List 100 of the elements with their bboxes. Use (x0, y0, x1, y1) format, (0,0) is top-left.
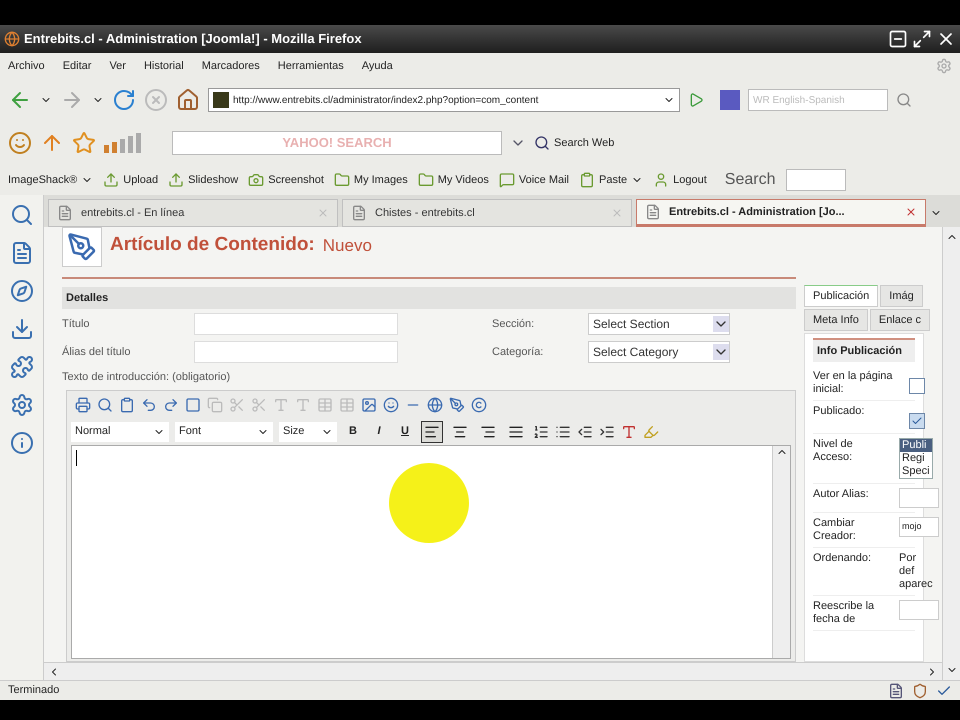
bookmark-link[interactable]: Screenshot (268, 172, 324, 188)
bookmark-link[interactable]: My Videos (438, 172, 489, 188)
input-field[interactable]: mojo (899, 517, 939, 537)
panel-tab[interactable]: Meta Info (804, 309, 868, 331)
page-icon (57, 205, 73, 221)
image-icon[interactable] (361, 396, 377, 412)
smiley-icon[interactable] (383, 396, 399, 412)
bookmark-link[interactable]: Slideshow (188, 172, 238, 188)
indent-icon[interactable] (599, 424, 615, 440)
align-button[interactable] (421, 420, 443, 442)
field-label: Reescribe la fecha de (813, 600, 876, 626)
bookmark-icon[interactable] (334, 172, 350, 188)
check-icon (911, 415, 923, 427)
checkbox[interactable] (909, 378, 925, 394)
search-label: Search (724, 170, 776, 190)
bookmark-icon[interactable] (248, 172, 264, 188)
horizontal-scrollbar[interactable] (44, 662, 942, 680)
print-icon[interactable] (75, 396, 91, 412)
bookmark-link[interactable]: Upload (123, 172, 158, 188)
panel-tab[interactable]: Enlace c (870, 309, 930, 331)
dropdown-icon[interactable] (713, 316, 729, 332)
frame-icon[interactable] (185, 396, 201, 412)
bookmark-icon[interactable] (418, 172, 434, 188)
search-field[interactable] (786, 169, 846, 191)
search-web-button[interactable]: Search Web (534, 134, 614, 152)
bullet-list-icon[interactable] (555, 424, 571, 440)
access-listbox[interactable]: Publi Regi Speci (899, 438, 933, 479)
menu-item[interactable]: Editar (62, 58, 92, 74)
search-icon[interactable] (10, 203, 34, 227)
field-label: Ver en la página inicial: (813, 370, 893, 396)
underline-button[interactable]: U (395, 423, 415, 440)
dropdown-icon[interactable] (713, 344, 729, 360)
size-select[interactable]: Size (279, 422, 337, 442)
bookmark-link[interactable]: Voice Mail (518, 172, 569, 188)
bookmark-link[interactable]: ImageShack® (8, 172, 78, 188)
reload-icon[interactable] (112, 88, 136, 112)
menu-item[interactable]: Herramientas (278, 58, 344, 74)
bookmark-icon[interactable] (579, 172, 595, 188)
vertical-scrollbar[interactable] (772, 446, 790, 658)
checkbox[interactable] (909, 413, 925, 429)
star-icon[interactable] (72, 131, 96, 155)
panel-tab[interactable]: Imág (880, 285, 923, 307)
menu-item[interactable]: Archivo (8, 58, 45, 74)
input-field[interactable] (194, 313, 398, 335)
search-icon[interactable] (896, 92, 912, 108)
outdent-icon[interactable] (577, 424, 593, 440)
page-heading: Artículo de Contenido: (110, 233, 315, 257)
browser-tab[interactable]: entrebits.cl - En línea (48, 199, 338, 227)
input-field[interactable] (194, 341, 398, 363)
browser-tab[interactable]: Chistes - entrebits.cl (342, 199, 632, 227)
panel-heading: Info Publicación (813, 338, 915, 362)
puzzle-icon[interactable] (10, 355, 34, 379)
url-field[interactable]: http://www.entrebits.cl/administrator/index2.php?option=com_content (208, 88, 680, 112)
menu-item[interactable]: Ayuda (362, 58, 393, 74)
info-icon[interactable] (10, 431, 34, 455)
page-scrollbar[interactable] (942, 227, 960, 680)
bookmark-link[interactable]: My Images (354, 172, 408, 188)
go-icon[interactable] (688, 92, 704, 108)
bookmark-link[interactable]: Paste (599, 172, 628, 188)
find-icon[interactable] (97, 396, 113, 412)
listbox-option[interactable]: Speci (900, 465, 932, 478)
bookmark-icon[interactable] (498, 172, 515, 188)
italic-button[interactable]: I (369, 423, 389, 440)
copyright-icon[interactable] (471, 396, 487, 412)
panel-tab[interactable]: Publicación (804, 285, 878, 307)
menu-item[interactable]: Marcadores (202, 58, 260, 74)
maximize-icon[interactable] (912, 29, 932, 49)
numbered-list-icon[interactable] (533, 424, 549, 440)
format-select[interactable]: Normal (71, 422, 169, 442)
select-field[interactable]: Select Category (588, 341, 730, 363)
bookmark-icon[interactable] (653, 172, 670, 188)
download-icon[interactable] (10, 317, 34, 341)
compass-icon[interactable] (10, 279, 34, 303)
gear-icon[interactable] (10, 393, 34, 417)
shield-icon[interactable] (912, 682, 928, 698)
globe-icon[interactable] (427, 396, 443, 412)
bookmark-link[interactable]: Logout (673, 172, 707, 188)
font-select[interactable]: Font (175, 422, 273, 442)
select-field[interactable]: Select Section (588, 313, 730, 335)
bookmark-icon[interactable] (168, 172, 184, 188)
pen-icon[interactable] (449, 396, 465, 412)
undo-icon[interactable] (141, 396, 157, 412)
text-color-icon[interactable] (621, 424, 637, 440)
close-tab-icon[interactable] (905, 206, 917, 218)
url-text: http://www.entrebits.cl/administrator/index2.php?option=com_content (233, 94, 540, 108)
bold-button[interactable]: B (343, 423, 363, 440)
menu-item[interactable]: Historial (144, 58, 184, 74)
paste-icon[interactable] (119, 396, 135, 412)
listbox-option[interactable]: Publi (900, 439, 932, 452)
redo-icon[interactable] (163, 396, 179, 412)
home-icon[interactable] (176, 88, 200, 112)
throbber-icon (936, 58, 952, 74)
page-icon[interactable] (888, 682, 904, 698)
menu-item[interactable]: Ver (109, 58, 126, 74)
input-field[interactable] (899, 488, 939, 508)
listbox-option[interactable]: Regi (900, 452, 932, 465)
input-field[interactable] (899, 600, 939, 620)
minimize-icon[interactable] (888, 29, 908, 49)
browser-tab[interactable]: Entrebits.cl - Administration [Jo... (636, 199, 926, 227)
bookmark-icon[interactable] (103, 172, 120, 188)
